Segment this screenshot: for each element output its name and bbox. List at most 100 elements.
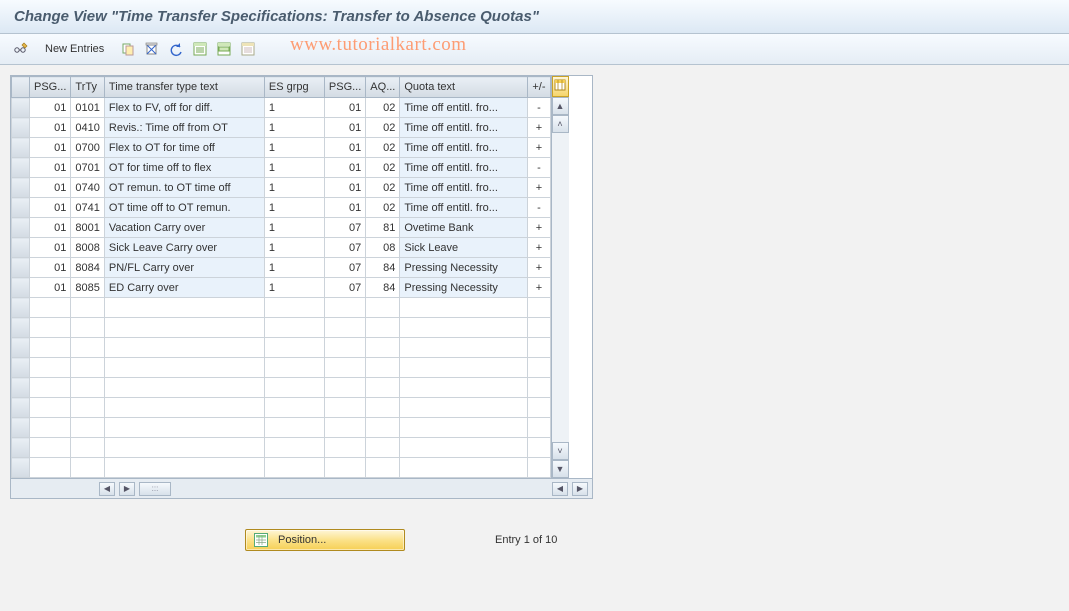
cell-aq[interactable]: [366, 458, 400, 478]
cell-aq[interactable]: 02: [366, 98, 400, 118]
cell-psg2[interactable]: 01: [324, 118, 365, 138]
table-row[interactable]: [12, 338, 551, 358]
cell-es-grpg[interactable]: [264, 398, 324, 418]
row-selector[interactable]: [12, 318, 30, 338]
table-row[interactable]: [12, 438, 551, 458]
table-row[interactable]: 010741OT time off to OT remun.10102Time …: [12, 198, 551, 218]
row-selector[interactable]: [12, 138, 30, 158]
col-aq[interactable]: AQ...: [366, 77, 400, 98]
delete-button[interactable]: [141, 38, 163, 60]
cell-es-grpg[interactable]: [264, 418, 324, 438]
cell-aq[interactable]: 02: [366, 118, 400, 138]
row-selector[interactable]: [12, 358, 30, 378]
cell-plus-minus[interactable]: +: [528, 138, 550, 158]
cell-aq[interactable]: [366, 398, 400, 418]
cell-es-grpg[interactable]: 1: [264, 278, 324, 298]
scroll-right-step-button[interactable]: ▶: [119, 482, 135, 496]
cell-psg[interactable]: 01: [30, 178, 71, 198]
cell-psg2[interactable]: 01: [324, 198, 365, 218]
cell-trty[interactable]: 0741: [71, 198, 104, 218]
cell-trty[interactable]: 8001: [71, 218, 104, 238]
cell-plus-minus[interactable]: -: [528, 158, 550, 178]
row-selector[interactable]: [12, 278, 30, 298]
col-psgrouping[interactable]: PSG...: [30, 77, 71, 98]
select-all-button[interactable]: [189, 38, 211, 60]
col-quota-text[interactable]: Quota text: [400, 77, 528, 98]
scroll-left-button[interactable]: ◀: [99, 482, 115, 496]
cell-trty[interactable]: 8084: [71, 258, 104, 278]
cell-trty[interactable]: [71, 358, 104, 378]
cell-plus-minus[interactable]: [528, 318, 550, 338]
cell-psg2[interactable]: [324, 318, 365, 338]
cell-plus-minus[interactable]: -: [528, 198, 550, 218]
row-selector[interactable]: [12, 458, 30, 478]
row-selector[interactable]: [12, 238, 30, 258]
select-block-button[interactable]: [213, 38, 235, 60]
scroll-thumb[interactable]: :::: [139, 482, 171, 496]
cell-aq[interactable]: 81: [366, 218, 400, 238]
scroll-pgdn-button[interactable]: ˅: [552, 442, 569, 460]
row-selector[interactable]: [12, 378, 30, 398]
row-selector[interactable]: [12, 178, 30, 198]
cell-es-grpg[interactable]: [264, 338, 324, 358]
table-row[interactable]: 018085ED Carry over10784Pressing Necessi…: [12, 278, 551, 298]
cell-psg[interactable]: 01: [30, 238, 71, 258]
table-row[interactable]: 010700Flex to OT for time off10102Time o…: [12, 138, 551, 158]
cell-aq[interactable]: [366, 378, 400, 398]
cell-plus-minus[interactable]: +: [528, 178, 550, 198]
cell-es-grpg[interactable]: 1: [264, 198, 324, 218]
row-selector[interactable]: [12, 298, 30, 318]
row-selector[interactable]: [12, 118, 30, 138]
row-selector[interactable]: [12, 338, 30, 358]
col-plus-minus[interactable]: +/-: [528, 77, 550, 98]
cell-trty[interactable]: [71, 398, 104, 418]
cell-trty[interactable]: [71, 458, 104, 478]
cell-es-grpg[interactable]: 1: [264, 98, 324, 118]
cell-psg2[interactable]: [324, 438, 365, 458]
scroll-up-button[interactable]: ▲: [552, 97, 569, 115]
col-rowselector[interactable]: [12, 77, 30, 98]
table-row[interactable]: [12, 458, 551, 478]
cell-plus-minus[interactable]: [528, 438, 550, 458]
row-selector[interactable]: [12, 258, 30, 278]
table-row[interactable]: [12, 318, 551, 338]
cell-aq[interactable]: [366, 298, 400, 318]
cell-psg[interactable]: 01: [30, 218, 71, 238]
cell-es-grpg[interactable]: 1: [264, 258, 324, 278]
cell-es-grpg[interactable]: 1: [264, 138, 324, 158]
cell-trty[interactable]: 8085: [71, 278, 104, 298]
cell-plus-minus[interactable]: [528, 358, 550, 378]
cell-aq[interactable]: [366, 338, 400, 358]
cell-es-grpg[interactable]: [264, 438, 324, 458]
row-selector[interactable]: [12, 438, 30, 458]
cell-psg[interactable]: 01: [30, 138, 71, 158]
cell-aq[interactable]: 84: [366, 278, 400, 298]
cell-trty[interactable]: [71, 298, 104, 318]
cell-es-grpg[interactable]: 1: [264, 158, 324, 178]
table-row[interactable]: 010410Revis.: Time off from OT10102Time …: [12, 118, 551, 138]
cell-psg[interactable]: [30, 358, 71, 378]
cell-trty[interactable]: 0701: [71, 158, 104, 178]
cell-plus-minus[interactable]: [528, 458, 550, 478]
table-row[interactable]: [12, 358, 551, 378]
cell-plus-minus[interactable]: +: [528, 218, 550, 238]
cell-es-grpg[interactable]: [264, 458, 324, 478]
cell-psg[interactable]: 01: [30, 118, 71, 138]
cell-es-grpg[interactable]: 1: [264, 238, 324, 258]
cell-aq[interactable]: [366, 418, 400, 438]
cell-plus-minus[interactable]: +: [528, 238, 550, 258]
cell-psg[interactable]: 01: [30, 258, 71, 278]
cell-psg[interactable]: [30, 338, 71, 358]
cell-es-grpg[interactable]: 1: [264, 178, 324, 198]
cell-psg2[interactable]: 01: [324, 158, 365, 178]
row-selector[interactable]: [12, 218, 30, 238]
row-selector[interactable]: [12, 398, 30, 418]
cell-plus-minus[interactable]: +: [528, 118, 550, 138]
cell-es-grpg[interactable]: [264, 298, 324, 318]
cell-plus-minus[interactable]: [528, 398, 550, 418]
cell-es-grpg[interactable]: 1: [264, 218, 324, 238]
cell-psg[interactable]: [30, 378, 71, 398]
col-trty[interactable]: TrTy: [71, 77, 104, 98]
cell-aq[interactable]: 02: [366, 198, 400, 218]
cell-psg[interactable]: [30, 458, 71, 478]
